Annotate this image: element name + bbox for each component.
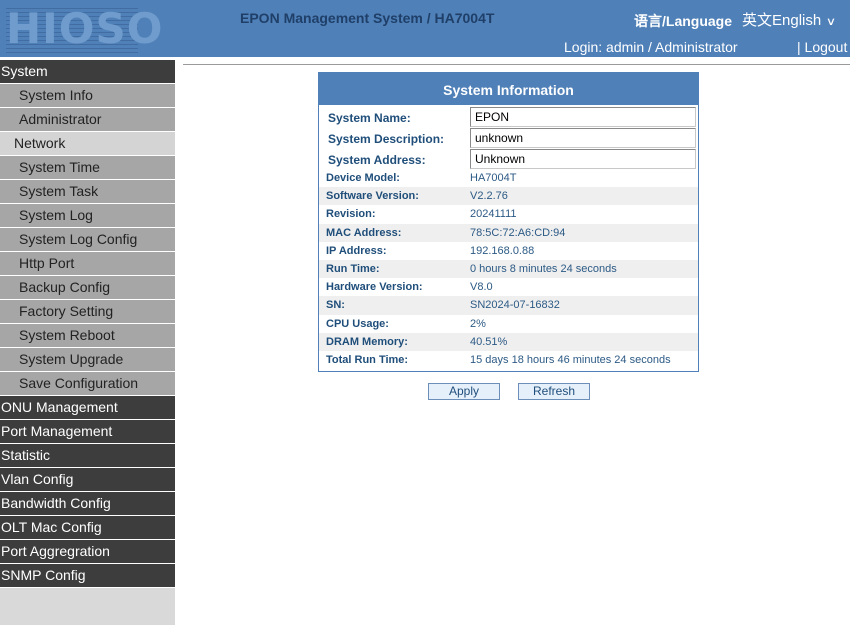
sidebar-item-snmp-config[interactable]: SNMP Config — [0, 564, 175, 588]
info-label: Device Model: — [326, 172, 400, 184]
language-label: 语言/Language — [634, 13, 733, 29]
header-bar: HIOSO EPON Management System / HA7004T 语… — [0, 0, 850, 57]
brand-logo: HIOSO — [6, 4, 164, 53]
info-value: 78:5C:72:A6:CD:94 — [470, 226, 566, 239]
info-row: Revision: 20241111 — [319, 205, 698, 223]
info-value: 40.51% — [470, 335, 508, 348]
sidebar-menu: System System Info Administrator Network Sys… — [0, 60, 175, 625]
sidebar-item-system-task[interactable]: System Task — [0, 180, 175, 204]
info-value: 20241111 — [470, 208, 517, 221]
sidebar-item-system-log[interactable]: System Log — [0, 204, 175, 228]
sidebar-item-bandwidth-config[interactable]: Bandwidth Config — [0, 492, 175, 516]
info-label: Total Run Time: — [326, 353, 409, 366]
sidebar-item-system-log-config[interactable]: System Log Config — [0, 228, 175, 252]
logout-link[interactable]: | Logout — [797, 39, 847, 55]
language-select[interactable]: 英文English ∨ — [742, 9, 837, 30]
sidebar-item-port-management[interactable]: Port Management — [0, 420, 175, 444]
sidebar-item-backup-config[interactable]: Backup Config — [0, 276, 175, 300]
system-description-input[interactable] — [470, 128, 696, 148]
info-row: DRAM Memory: 40.51% — [319, 332, 698, 351]
sidebar-item-factory-setting[interactable]: Factory Setting — [0, 300, 175, 324]
info-row: Total Run Time: 15 days 18 hours 46 minut… — [319, 351, 698, 369]
system-address-row: System Address: — [319, 148, 698, 169]
sidebar-item-administrator[interactable]: Administrator — [0, 108, 175, 132]
info-value: 0 hours 8 minutes 24 seconds — [470, 262, 617, 275]
info-row: Hardware Version: V8.0 — [319, 278, 698, 296]
info-label: SN: — [326, 299, 345, 312]
info-value: HA7004T — [470, 172, 517, 184]
info-label: Software Version: — [326, 190, 419, 203]
info-label: Revision: — [326, 208, 376, 221]
sidebar-item-system-reboot[interactable]: System Reboot — [0, 324, 175, 348]
system-address-input[interactable] — [470, 149, 696, 169]
sidebar-item-vlan-config[interactable]: Vlan Config — [0, 468, 175, 492]
sidebar-item-http-port[interactable]: Http Port — [0, 252, 175, 276]
info-label: Hardware Version: — [326, 281, 423, 294]
info-label: Run Time: — [326, 262, 380, 275]
info-row: Software Version: V2.2.76 — [319, 187, 698, 206]
sidebar-item-system[interactable]: System — [0, 60, 175, 84]
info-label: MAC Address: — [326, 226, 402, 239]
info-value: 192.168.0.88 — [470, 244, 535, 257]
info-value: 15 days 18 hours 46 minutes 24 seconds — [470, 353, 671, 366]
info-label: CPU Usage: — [326, 317, 389, 330]
info-row: CPU Usage: 2% — [319, 315, 698, 333]
panel-title: System Information — [319, 73, 698, 105]
info-label: DRAM Memory: — [326, 335, 408, 348]
refresh-button[interactable]: Refresh — [518, 383, 590, 400]
info-label: IP Address: — [326, 244, 387, 257]
info-row: Device Model: HA7004T — [319, 169, 698, 187]
system-name-row: System Name: — [319, 106, 698, 127]
language-select-value: 英文English — [742, 12, 822, 29]
info-value: 2% — [470, 317, 486, 330]
info-value: SN2024-07-16832 — [470, 299, 560, 312]
page-title: EPON Management System / HA7004T — [240, 10, 495, 26]
info-row: IP Address: 192.168.0.88 — [319, 242, 698, 260]
sidebar-item-save-configuration[interactable]: Save Configuration — [0, 372, 175, 396]
sidebar-item-system-upgrade[interactable]: System Upgrade — [0, 348, 175, 372]
chevron-down-icon: ∨ — [825, 16, 837, 28]
system-name-input[interactable] — [470, 107, 696, 127]
sidebar-item-network[interactable]: Network — [0, 132, 175, 156]
info-value: V2.2.76 — [470, 190, 508, 203]
login-info: Login: admin / Administrator — [564, 39, 738, 55]
divider — [183, 64, 850, 65]
system-info-panel: System Information System Name: System D… — [318, 72, 699, 372]
field-label: System Description: — [328, 132, 445, 146]
info-row: SN: SN2024-07-16832 — [319, 296, 698, 315]
sidebar-item-statistic[interactable]: Statistic — [0, 444, 175, 468]
info-row: Run Time: 0 hours 8 minutes 24 seconds — [319, 259, 698, 279]
sidebar-item-onu-management[interactable]: ONU Management — [0, 396, 175, 420]
sidebar-item-port-aggregration[interactable]: Port Aggregration — [0, 540, 175, 564]
sidebar-item-system-info[interactable]: System Info — [0, 84, 175, 108]
sidebar-item-olt-mac-config[interactable]: OLT Mac Config — [0, 516, 175, 540]
system-description-row: System Description: — [319, 127, 698, 148]
field-label: System Address: — [328, 153, 426, 167]
apply-button[interactable]: Apply — [428, 383, 500, 400]
info-row: MAC Address: 78:5C:72:A6:CD:94 — [319, 223, 698, 242]
field-label: System Name: — [328, 111, 411, 125]
info-value: V8.0 — [470, 281, 493, 294]
sidebar-item-system-time[interactable]: System Time — [0, 156, 175, 180]
